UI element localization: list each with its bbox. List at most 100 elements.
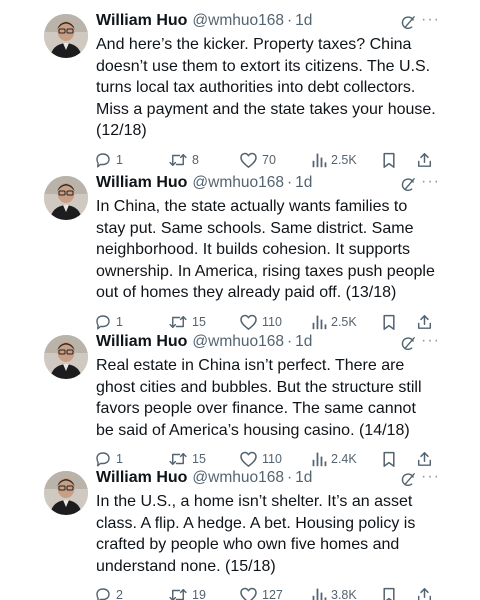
reply-button[interactable]: 2 [94,586,123,600]
tweet-header: William Huo @wmhuo168 · 1d ··· [96,331,439,353]
bookmark-icon [381,313,397,331]
tweet-body: William Huo @wmhuo168 · 1d ··· Real esta… [94,331,439,470]
more-options-icon[interactable]: ··· [421,332,440,350]
more-options-icon[interactable]: ··· [421,11,440,29]
bookmark-button[interactable] [381,586,397,600]
timestamp[interactable]: 1d [295,174,312,192]
like-button[interactable]: 70 [239,151,276,169]
share-icon [416,151,433,169]
tweet-actions: 2 19 127 3.8K [96,586,436,600]
tweet-text: In the U.S., a home isn’t shelter. It’s … [96,493,416,575]
tweet-body: William Huo @wmhuo168 · 1d ··· And here’… [96,10,439,171]
bookmark-button[interactable] [381,151,397,169]
like-button[interactable]: 127 [239,586,283,600]
views-icon [311,586,327,600]
reply-count: 1 [116,152,123,167]
author-name[interactable]: William Huo [96,174,187,192]
retweet-button[interactable]: 8 [168,151,199,169]
grok-icon[interactable] [400,471,417,493]
retweet-button[interactable]: 19 [168,586,206,600]
avatar[interactable] [44,335,88,379]
views-button[interactable]: 3.8K [311,586,357,600]
bookmark-button[interactable] [381,450,397,468]
share-button[interactable] [416,313,433,331]
more-options-icon[interactable]: ··· [421,468,440,486]
reply-button[interactable]: 1 [94,151,123,169]
author-name[interactable]: William Huo [96,469,187,487]
reply-count: 1 [116,314,123,329]
separator: · [286,12,293,29]
grok-icon[interactable] [400,176,417,198]
share-icon [416,313,433,331]
bookmark-icon [381,450,397,468]
share-button[interactable] [416,450,433,468]
tweet-body: William Huo @wmhuo168 · 1d ··· In China,… [96,172,439,333]
tweet-text: In China, the state actually wants famil… [96,198,435,301]
retweet-icon [168,450,188,468]
author-name[interactable]: William Huo [96,12,187,30]
more-options-icon[interactable]: ··· [421,173,440,191]
timestamp[interactable]: 1d [295,333,312,351]
view-count: 2.5K [331,314,357,329]
timestamp[interactable]: 1d [295,12,312,30]
author-handle[interactable]: @wmhuo168 [192,174,284,192]
grok-icon[interactable] [400,335,417,357]
bookmark-icon [381,151,397,169]
views-icon [311,450,327,468]
reply-button[interactable]: 1 [94,313,123,331]
author-handle[interactable]: @wmhuo168 [192,333,284,351]
author-name[interactable]: William Huo [96,333,187,351]
tweet-text: Real estate in China isn’t perfect. Ther… [96,357,422,439]
retweet-count: 19 [192,588,206,600]
tweet-actions: 1 15 [96,313,436,333]
separator: · [286,333,293,350]
retweet-button[interactable]: 15 [168,450,206,468]
share-button[interactable] [416,586,433,600]
retweet-button[interactable]: 15 [168,313,206,331]
heart-icon [239,151,258,169]
avatar[interactable] [44,14,88,58]
tweet-text: And here’s the kicker. Property taxes? C… [96,36,436,139]
author-handle[interactable]: @wmhuo168 [192,469,284,487]
retweet-icon [168,313,188,331]
like-button[interactable]: 110 [239,313,282,331]
like-count: 127 [262,588,283,600]
author-handle[interactable]: @wmhuo168 [192,12,284,30]
retweet-count: 15 [192,452,206,466]
views-button[interactable]: 2.5K [311,313,357,331]
view-count: 2.4K [331,452,357,466]
retweet-count: 15 [192,314,206,329]
like-count: 70 [262,152,276,167]
timestamp[interactable]: 1d [295,469,312,487]
reply-icon [94,151,112,169]
reply-button[interactable]: 1 [94,450,123,468]
share-icon [416,450,433,468]
reply-count: 2 [116,588,123,600]
like-button[interactable]: 110 [239,450,282,468]
tweet-thread: William Huo @wmhuo168 · 1d ··· And here’… [0,0,480,600]
share-icon [416,586,433,600]
retweet-icon [168,586,188,600]
views-icon [311,151,327,169]
avatar[interactable] [44,471,88,515]
grok-icon[interactable] [400,14,417,36]
views-icon [311,313,327,331]
heart-icon [239,450,258,468]
view-count: 2.5K [331,152,357,167]
retweet-count: 8 [192,152,199,167]
tweet-actions: 1 8 70 2.5K [96,151,436,171]
separator: · [286,469,293,486]
retweet-icon [168,151,188,169]
view-count: 3.8K [331,588,357,600]
reply-icon [94,450,112,468]
tweet-body: William Huo @wmhuo168 · 1d ··· In the U.… [96,467,439,600]
heart-icon [239,313,258,331]
heart-icon [239,586,258,600]
bookmark-button[interactable] [381,313,397,331]
share-button[interactable] [416,151,433,169]
views-button[interactable]: 2.5K [311,151,357,169]
tweet-header: William Huo @wmhuo168 · 1d ··· [96,172,439,194]
views-button[interactable]: 2.4K [311,450,357,468]
avatar[interactable] [44,176,88,220]
reply-icon [94,586,112,600]
